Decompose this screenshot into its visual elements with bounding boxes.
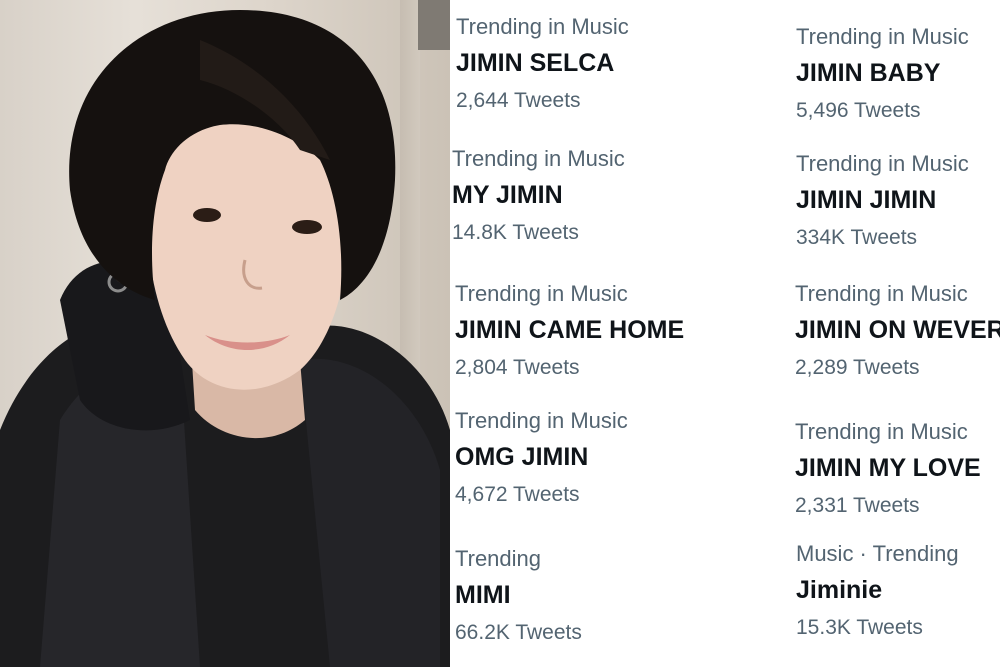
trend-count: 2,804 Tweets bbox=[455, 356, 580, 379]
trend-item[interactable]: Trending in Music JIMIN SELCA 2,644 Twee… bbox=[456, 14, 629, 114]
trend-item[interactable]: Music · Trending Jiminie 15.3K Tweets bbox=[796, 541, 959, 641]
trend-context: Trending in Music bbox=[795, 281, 968, 306]
trend-context: Trending in Music bbox=[452, 146, 625, 171]
trend-count: 2,331 Tweets bbox=[795, 494, 920, 517]
selfie-photo bbox=[0, 0, 450, 667]
trend-item[interactable]: Trending MIMI 66.2K Tweets bbox=[455, 546, 582, 646]
trend-item[interactable]: Trending in Music MY JIMIN 14.8K Tweets bbox=[452, 146, 625, 246]
trend-context: Trending in Music bbox=[455, 408, 628, 433]
trend-item[interactable]: Trending in Music JIMIN MY LOVE 2,331 Tw… bbox=[795, 419, 981, 519]
trend-count: 15.3K Tweets bbox=[796, 616, 923, 639]
trend-context: Trending in Music bbox=[456, 14, 629, 39]
trend-item[interactable]: Trending in Music JIMIN JIMIN 334K Tweet… bbox=[796, 151, 969, 251]
trend-item[interactable]: Trending in Music JIMIN BABY 5,496 Tweet… bbox=[796, 24, 969, 124]
trend-count: 2,289 Tweets bbox=[795, 356, 920, 379]
trend-name: Jiminie bbox=[796, 576, 883, 604]
trend-context: Trending in Music bbox=[796, 151, 969, 176]
trend-context: Trending bbox=[455, 546, 542, 571]
trend-name: MY JIMIN bbox=[452, 181, 563, 209]
trend-name: JIMIN BABY bbox=[796, 59, 941, 87]
trend-name: JIMIN CAME HOME bbox=[455, 316, 685, 344]
trend-count: 66.2K Tweets bbox=[455, 621, 582, 644]
trends-panel: Trending in Music JIMIN SELCA 2,644 Twee… bbox=[450, 0, 1000, 667]
trend-context: Trending in Music bbox=[796, 24, 969, 49]
trend-name: JIMIN ON WEVERSE bbox=[795, 316, 1000, 344]
trend-name: JIMIN MY LOVE bbox=[795, 454, 981, 482]
trend-context: Music · Trending bbox=[796, 541, 959, 566]
portrait-illustration bbox=[0, 10, 450, 667]
trend-name: JIMIN JIMIN bbox=[796, 186, 937, 214]
trend-context: Trending in Music bbox=[795, 419, 968, 444]
trend-count: 2,644 Tweets bbox=[456, 89, 581, 112]
trend-name: JIMIN SELCA bbox=[456, 49, 615, 77]
trend-count: 5,496 Tweets bbox=[796, 99, 921, 122]
trend-context: Trending in Music bbox=[455, 281, 628, 306]
trend-name: MIMI bbox=[455, 581, 511, 609]
trend-item[interactable]: Trending in Music OMG JIMIN 4,672 Tweets bbox=[455, 408, 628, 508]
trend-count: 334K Tweets bbox=[796, 226, 918, 249]
trend-count: 4,672 Tweets bbox=[455, 483, 580, 506]
trend-name: OMG JIMIN bbox=[455, 443, 589, 471]
trend-count: 14.8K Tweets bbox=[452, 221, 579, 244]
trend-item[interactable]: Trending in Music JIMIN CAME HOME 2,804 … bbox=[455, 281, 684, 381]
composite-image: Trending in Music JIMIN SELCA 2,644 Twee… bbox=[0, 0, 1000, 667]
trend-item[interactable]: Trending in Music JIMIN ON WEVERSE 2,289… bbox=[795, 281, 1000, 381]
